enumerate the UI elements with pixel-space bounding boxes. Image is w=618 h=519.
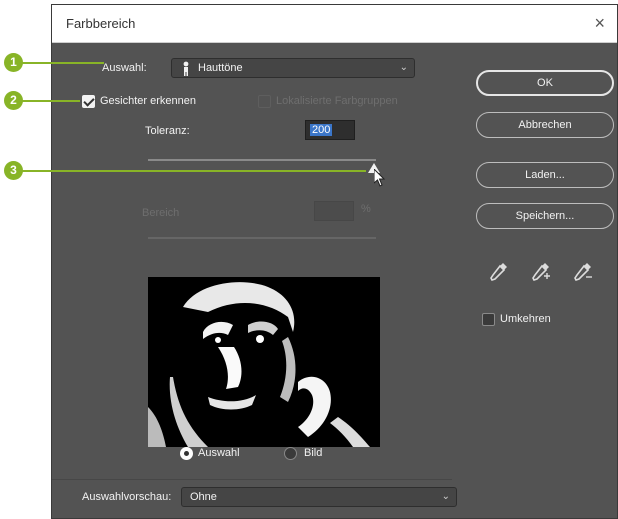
callout-line-3 <box>18 170 366 172</box>
percent-icon: % <box>361 203 371 215</box>
selection-preview <box>148 277 380 447</box>
mouse-pointer-icon <box>374 169 386 187</box>
eyedropper-icon[interactable] <box>488 260 510 282</box>
detect-faces-checkbox[interactable] <box>82 95 95 108</box>
tolerance-slider-track[interactable] <box>148 159 376 161</box>
face-preview-image <box>148 277 380 447</box>
range-slider-track <box>148 237 376 239</box>
selection-preview-value: Ohne <box>190 491 217 503</box>
preview-selection-radio[interactable] <box>180 447 193 460</box>
load-button[interactable]: Laden... <box>476 162 614 188</box>
localized-clusters-checkbox <box>258 95 271 108</box>
chevron-down-icon: ⌄ <box>399 62 408 73</box>
invert-checkbox[interactable] <box>482 313 495 326</box>
preview-image-radio[interactable] <box>284 447 297 460</box>
eyedropper-minus-icon[interactable] <box>572 260 594 282</box>
range-label: Bereich <box>142 207 180 219</box>
range-input <box>314 201 354 221</box>
invert-label: Umkehren <box>500 313 551 325</box>
selection-preview-select[interactable]: Ohne ⌄ <box>181 487 457 507</box>
cancel-button[interactable]: Abbrechen <box>476 112 614 138</box>
auswahl-select[interactable]: Hauttöne ⌄ <box>171 58 415 78</box>
eyedropper-plus-icon[interactable] <box>530 260 552 282</box>
dialog-title: Farbbereich <box>66 16 136 31</box>
preview-image-label: Bild <box>304 447 323 459</box>
localized-clusters-label: Lokalisierte Farbgruppen <box>276 95 398 107</box>
person-icon <box>183 61 189 76</box>
preview-selection-label: Auswahl <box>198 447 240 459</box>
callout-badge-2: 2 <box>4 91 23 110</box>
auswahl-value: Hauttöne <box>198 62 243 74</box>
callout-line-2 <box>18 100 80 102</box>
tolerance-value: 200 <box>310 124 333 136</box>
color-range-dialog: Farbbereich × Auswahl: Hauttöne ⌄ Gesich… <box>51 4 618 519</box>
close-icon[interactable]: × <box>594 12 605 34</box>
chevron-down-icon: ⌄ <box>441 491 450 502</box>
detect-faces-label: Gesichter erkennen <box>100 95 196 107</box>
ok-button[interactable]: OK <box>476 70 614 96</box>
callout-line-1 <box>18 62 104 64</box>
callout-badge-1: 1 <box>4 53 23 72</box>
selection-preview-label: Auswahlvorschau: <box>82 491 172 503</box>
tolerance-input[interactable]: 200 <box>305 120 355 140</box>
save-button[interactable]: Speichern... <box>476 203 614 229</box>
tolerance-label: Toleranz: <box>145 125 190 137</box>
callout-badge-3: 3 <box>4 161 23 180</box>
divider <box>52 479 452 480</box>
auswahl-label: Auswahl: <box>102 62 147 74</box>
title-bar: Farbbereich × <box>52 5 617 43</box>
